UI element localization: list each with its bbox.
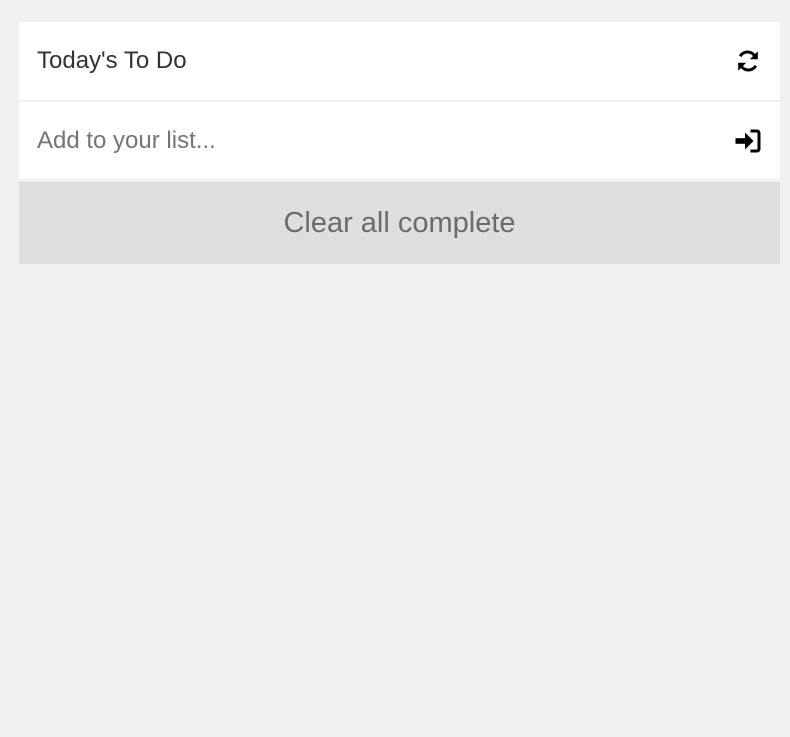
add-item-input[interactable] xyxy=(37,126,734,155)
add-item-row xyxy=(19,102,780,179)
clear-all-complete-button[interactable]: Clear all complete xyxy=(19,182,780,264)
todo-app: Today's To Do Clear all complete xyxy=(19,22,780,264)
page-title: Today's To Do xyxy=(37,47,187,74)
refresh-icon[interactable] xyxy=(734,47,762,75)
sign-in-icon-graphic xyxy=(735,129,761,152)
header: Today's To Do xyxy=(19,22,780,100)
refresh-icon-graphic xyxy=(738,50,758,72)
sign-in-icon[interactable] xyxy=(734,127,762,155)
